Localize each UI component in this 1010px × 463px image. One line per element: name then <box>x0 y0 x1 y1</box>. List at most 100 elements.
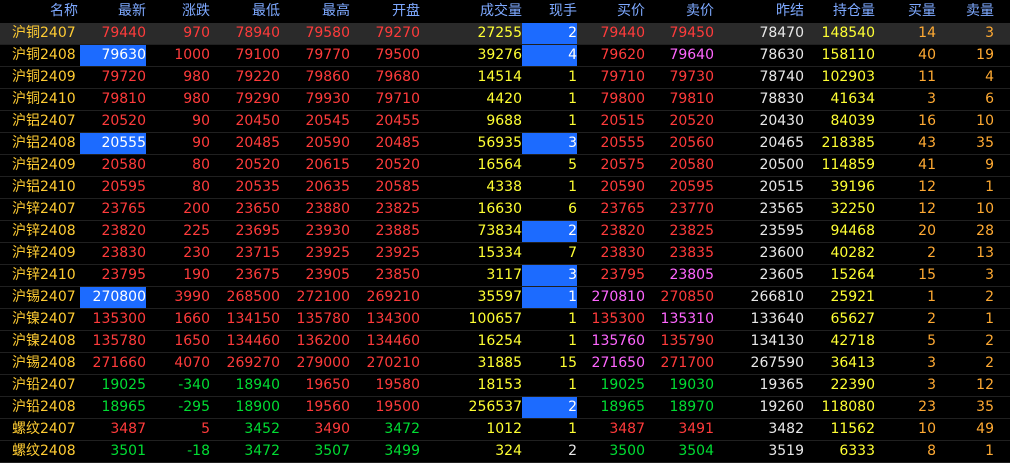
cell-volume: 256537 <box>468 399 522 415</box>
column-header-bid-vol[interactable]: 买量 <box>880 1 936 22</box>
cell-open: 79270 <box>375 25 420 41</box>
cell-prev-settle: 23605 <box>759 267 804 283</box>
cell-open-interest: 42718 <box>830 333 875 349</box>
quote-row[interactable]: 沪镍2407 135300 1660 134150 135780 134300 100657… <box>0 309 1010 331</box>
cell-bid: 135760 <box>591 333 645 349</box>
column-header-last[interactable]: 最新 <box>80 1 146 22</box>
column-header-ask[interactable]: 卖价 <box>645 1 714 22</box>
cell-bid: 20515 <box>600 113 645 129</box>
cell-open-interest: 6333 <box>839 443 875 459</box>
cell-name: 沪锡2408 <box>12 355 76 371</box>
column-header-volume[interactable]: 成交量 <box>455 1 522 22</box>
cell-last: 3501 <box>110 443 146 459</box>
cell-volume: 100657 <box>468 311 522 327</box>
cell-last: 79440 <box>101 25 146 41</box>
column-header-low[interactable]: 最低 <box>212 1 280 22</box>
cell-open-interest: 118080 <box>821 399 875 415</box>
quote-row[interactable]: 螺纹2408 3501 -18 3472 3507 3499 324 2 3500 3504 351… <box>0 441 1010 463</box>
quote-row[interactable]: 沪锌2409 23830 230 23715 23925 23925 15334 7 23830… <box>0 243 1010 265</box>
cell-low: 18900 <box>235 399 280 415</box>
quote-row[interactable]: 沪锡2407 270800 3990 268500 272100 269210 35597 1… <box>0 287 1010 309</box>
cell-last: 270800 <box>80 287 146 308</box>
cell-volume: 56935 <box>477 135 522 151</box>
cell-prev-settle: 23600 <box>759 245 804 261</box>
quote-row[interactable]: 沪锌2410 23795 190 23675 23905 23850 3117 3 23795 2… <box>0 265 1010 287</box>
quote-row[interactable]: 沪铝2407 20520 90 20450 20545 20455 9688 1 20515 20… <box>0 111 1010 133</box>
cell-current: 2 <box>522 397 577 418</box>
quote-row[interactable]: 沪铜2410 79810 980 79290 79930 79710 4420 1 79800 7… <box>0 89 1010 111</box>
cell-prev-settle: 267590 <box>750 355 804 371</box>
cell-bid: 271650 <box>591 355 645 371</box>
cell-bid: 18965 <box>600 399 645 415</box>
cell-change: -295 <box>178 399 210 415</box>
cell-last: 3487 <box>110 421 146 437</box>
cell-last: 135780 <box>92 333 146 349</box>
quote-row[interactable]: 沪铜2408 79630 1000 79100 79770 79500 39276 4 7962… <box>0 45 1010 67</box>
cell-open: 23825 <box>375 201 420 217</box>
cell-name: 螺纹2407 <box>12 421 76 437</box>
cell-ask-vol: 12 <box>976 377 994 393</box>
column-header-name[interactable]: 名称 <box>12 1 78 22</box>
cell-volume: 3117 <box>486 267 522 283</box>
quote-row[interactable]: 沪铜2407 79440 970 78940 79580 79270 27255 2 79440… <box>0 23 1010 45</box>
cell-prev-settle: 20465 <box>759 135 804 151</box>
cell-open-interest: 39196 <box>830 179 875 195</box>
cell-bid: 79620 <box>600 47 645 63</box>
cell-current: 3 <box>522 133 577 154</box>
cell-low: 268500 <box>226 289 280 305</box>
cell-bid: 19025 <box>600 377 645 393</box>
column-header-open-interest[interactable]: 持仓量 <box>805 1 875 22</box>
cell-name: 沪锌2409 <box>12 245 76 261</box>
cell-open-interest: 11562 <box>830 421 875 437</box>
column-header-change[interactable]: 涨跌 <box>150 1 210 22</box>
column-header-bid[interactable]: 买价 <box>580 1 645 22</box>
cell-prev-settle: 20430 <box>759 113 804 129</box>
quote-row[interactable]: 沪镍2408 135780 1650 134460 136200 134460 16254 1… <box>0 331 1010 353</box>
quote-row[interactable]: 沪锌2408 23820 225 23695 23930 23885 73834 2 23820… <box>0 221 1010 243</box>
cell-open: 3472 <box>384 421 420 437</box>
cell-ask: 20520 <box>669 113 714 129</box>
cell-bid-vol: 41 <box>918 157 936 173</box>
cell-prev-settle: 78630 <box>759 47 804 63</box>
cell-prev-settle: 78470 <box>759 25 804 41</box>
column-header-ask-vol[interactable]: 卖量 <box>938 1 994 22</box>
quote-row[interactable]: 沪铝2410 20595 80 20535 20635 20585 4338 1 20590 20… <box>0 177 1010 199</box>
header-row: 名称 最新 涨跌 最低 最高 开盘 成交量 现手 买价 卖价 昨结 持仓量 买量 卖量 <box>0 1 1010 23</box>
quote-row[interactable]: 沪铝2408 20555 90 20485 20590 20485 56935 3 20555 2… <box>0 133 1010 155</box>
cell-ask: 79450 <box>669 25 714 41</box>
quote-row[interactable]: 沪铜2409 79720 980 79220 79860 79680 14514 1 79710… <box>0 67 1010 89</box>
column-header-current[interactable]: 现手 <box>522 1 577 22</box>
cell-high: 272100 <box>296 289 350 305</box>
cell-current: 6 <box>568 201 577 217</box>
quote-row[interactable]: 沪铝2409 20580 80 20520 20615 20520 16564 5 20575 2… <box>0 155 1010 177</box>
cell-bid-vol: 14 <box>918 25 936 41</box>
quote-row[interactable]: 沪锌2407 23765 200 23650 23880 23825 16630 6 23765… <box>0 199 1010 221</box>
cell-change: 190 <box>183 267 210 283</box>
column-header-high[interactable]: 最高 <box>280 1 350 22</box>
cell-current: 1 <box>568 179 577 195</box>
quote-row[interactable]: 螺纹2407 3487 5 3452 3490 3472 1012 1 3487 3491 3482… <box>0 419 1010 441</box>
quote-row[interactable]: 沪锡2408 271660 4070 269270 279000 270210 31885 1… <box>0 353 1010 375</box>
cell-prev-settle: 23595 <box>759 223 804 239</box>
cell-change: -18 <box>187 443 210 459</box>
cell-bid: 23830 <box>600 245 645 261</box>
cell-low: 23715 <box>235 245 280 261</box>
cell-high: 19650 <box>305 377 350 393</box>
column-header-open[interactable]: 开盘 <box>350 1 420 22</box>
cell-ask-vol: 1 <box>985 179 994 195</box>
quote-row[interactable]: 沪铅2407 19025 -340 18940 19650 19580 18153 1 1902… <box>0 375 1010 397</box>
cell-last: 271660 <box>92 355 146 371</box>
cell-low: 20535 <box>235 179 280 195</box>
cell-name: 沪铅2408 <box>12 399 76 415</box>
cell-high: 23880 <box>305 201 350 217</box>
cell-low: 3452 <box>244 421 280 437</box>
quote-row[interactable]: 沪铅2408 18965 -295 18900 19560 19500 256537 2 189… <box>0 397 1010 419</box>
column-header-prev-settle[interactable]: 昨结 <box>735 1 804 22</box>
cell-current: 2 <box>522 23 577 44</box>
cell-change: 1000 <box>174 47 210 63</box>
cell-change: 200 <box>183 201 210 217</box>
cell-current: 2 <box>568 443 577 459</box>
cell-current: 1 <box>568 91 577 107</box>
cell-ask: 20560 <box>669 135 714 151</box>
cell-bid: 23765 <box>600 201 645 217</box>
